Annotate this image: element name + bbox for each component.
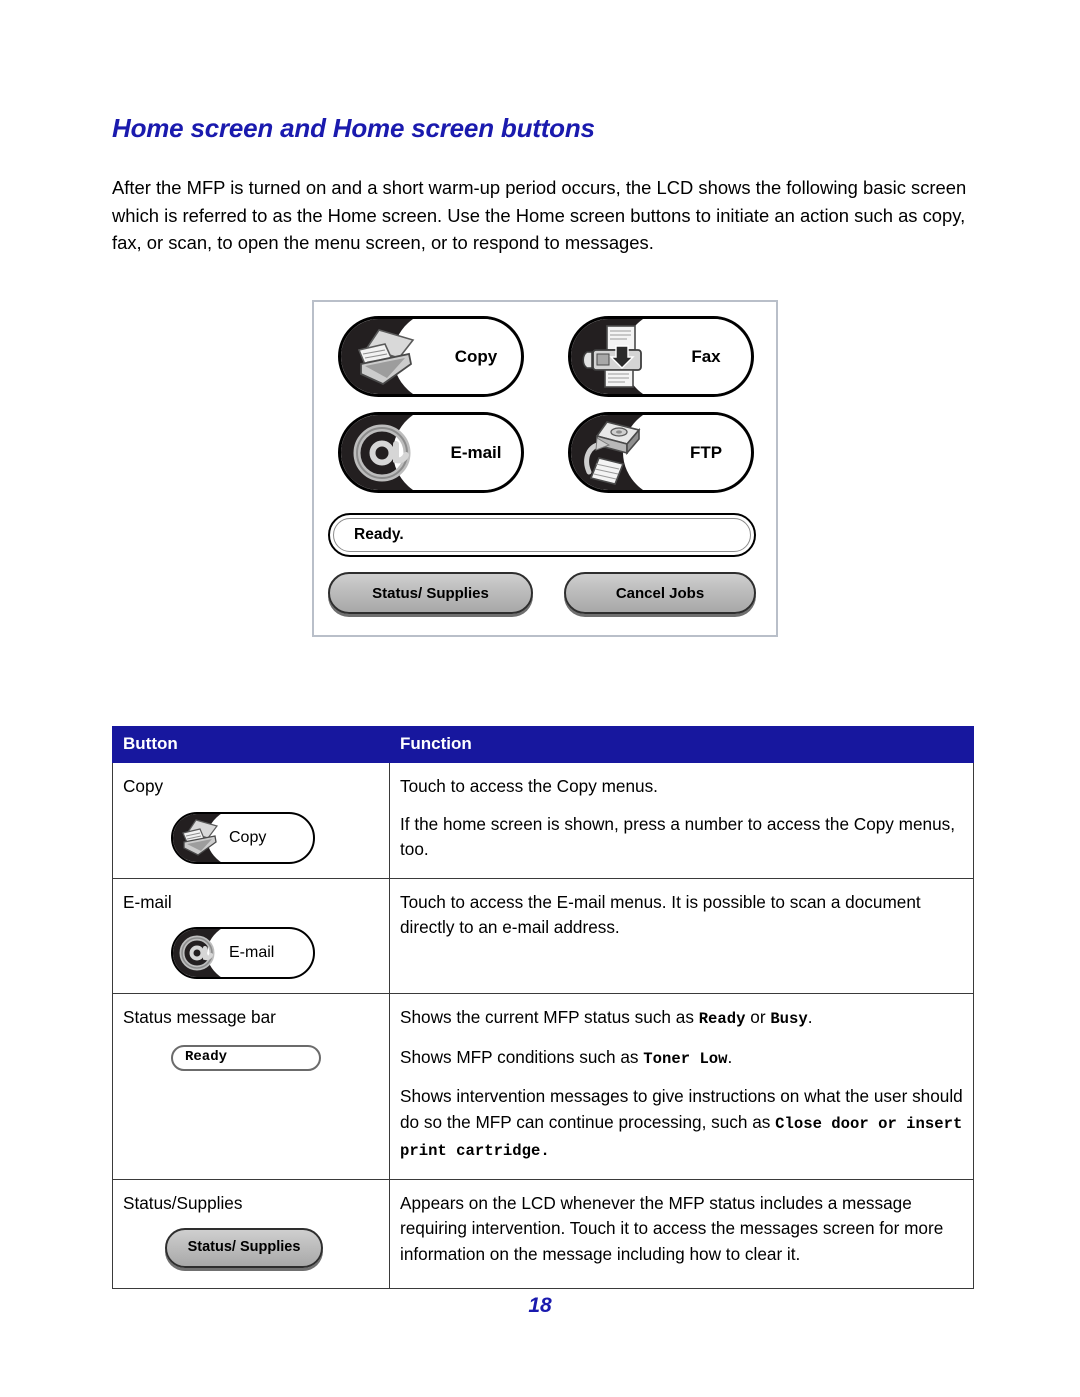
text-segment: . [807, 1007, 813, 1027]
mini-button-label: E-mail [229, 944, 275, 962]
column-header-button: Button [112, 726, 390, 763]
home-screen-button-copy[interactable]: Copy [338, 316, 524, 397]
home-screen-button-label: Copy [454, 346, 498, 366]
page-number: 18 [528, 1294, 552, 1317]
cell-button-status-message-bar: Status message bar Ready [112, 993, 390, 1180]
status-message-pill[interactable]: Ready [171, 1044, 321, 1071]
function-paragraph: Appears on the LCD whenever the MFP stat… [400, 1192, 944, 1264]
table-header: Button Function [112, 726, 974, 763]
home-screen-button-email[interactable]: E-mail [338, 412, 524, 493]
table-header-row: Button Function [112, 726, 974, 763]
row-button-name: Status/Supplies [123, 1192, 243, 1213]
page-title: Home screen and Home screen buttons [112, 113, 595, 143]
table-row: E-mail E-mail Touch to access the E-mail… [112, 877, 974, 994]
table-row: Status message bar Ready Shows the curre… [112, 993, 974, 1180]
cell-button-email: E-mail E-mail [112, 877, 390, 994]
at-sign-icon [177, 932, 223, 974]
at-sign-icon [349, 420, 423, 486]
lcd-home-screen-figure: Copy Fax E-mail FTP Ready. Status/ Suppl… [312, 300, 778, 637]
table-row: Status/Supplies Status/ Supplies Appears… [112, 1178, 974, 1289]
scanner-copy-icon [349, 324, 423, 390]
function-paragraph: Shows MFP conditions such as Toner Low. [400, 1045, 963, 1073]
cell-function-email: Touch to access the E-mail menus. It is … [389, 877, 974, 994]
table-body: Copy Copy Touch to access the Copy menus… [112, 762, 974, 1289]
function-paragraph: Touch to access the Copy menus. [400, 776, 658, 796]
cell-function-status-message-bar: Shows the current MFP status such as Rea… [389, 993, 974, 1180]
text-segment: Shows the current MFP status such as [400, 1007, 699, 1027]
function-paragraph: If the home screen is shown, press a num… [400, 813, 956, 860]
cell-function-copy: Touch to access the Copy menus. If the h… [389, 762, 974, 879]
scanner-copy-icon [177, 817, 223, 859]
function-paragraph: Touch to access the E-mail menus. It is … [400, 891, 921, 938]
lcd-status-message-text: Ready. [354, 526, 404, 543]
row-button-name: Status message bar [123, 1007, 276, 1027]
fax-machine-icon [579, 324, 653, 390]
status-message-pill-text: Ready [185, 1048, 228, 1065]
function-paragraph: Shows intervention messages to give inst… [400, 1084, 963, 1165]
lcd-cancel-jobs-button[interactable]: Cancel Jobs [564, 572, 756, 614]
home-screen-button-ftp[interactable]: FTP [568, 412, 754, 493]
cell-button-copy: Copy Copy [112, 762, 390, 879]
text-segment: . [727, 1046, 733, 1067]
column-header-function: Function [389, 726, 974, 763]
function-paragraph: Shows the current MFP status such as Rea… [400, 1005, 963, 1033]
mono-term: Toner Low [643, 1049, 728, 1068]
table-row: Copy Copy Touch to access the Copy menus… [112, 762, 974, 879]
cell-button-status-supplies: Status/Supplies Status/ Supplies [112, 1178, 390, 1289]
mini-button-label: Copy [229, 828, 267, 846]
button-function-table: Button Function Copy Copy Touch to acces… [112, 726, 974, 1289]
disk-drive-transfer-icon [579, 420, 653, 486]
lcd-status-supplies-button[interactable]: Status/ Supplies [328, 572, 533, 614]
mono-term: Ready [698, 1010, 746, 1028]
text-segment: or [745, 1007, 771, 1027]
mini-button-copy[interactable]: Copy [171, 811, 315, 864]
row-button-name: E-mail [123, 891, 172, 912]
mini-status-supplies-button[interactable]: Status/ Supplies [165, 1228, 323, 1268]
home-screen-button-label: FTP [689, 442, 723, 462]
lcd-screen-surface: Copy Fax E-mail FTP Ready. Status/ Suppl… [314, 302, 776, 635]
cell-function-status-supplies: Appears on the LCD whenever the MFP stat… [389, 1178, 974, 1289]
row-button-name: Copy [123, 776, 164, 796]
home-screen-button-fax[interactable]: Fax [568, 316, 754, 397]
intro-paragraph: After the MFP is turned on and a short w… [112, 177, 967, 253]
text-segment: Shows MFP conditions such as [400, 1046, 644, 1067]
home-screen-button-label: E-mail [450, 442, 502, 462]
mini-button-email[interactable]: E-mail [171, 927, 315, 979]
home-screen-button-label: Fax [691, 346, 721, 366]
lcd-status-message-bar[interactable]: Ready. [328, 513, 756, 557]
mono-term: Busy [770, 1010, 808, 1028]
